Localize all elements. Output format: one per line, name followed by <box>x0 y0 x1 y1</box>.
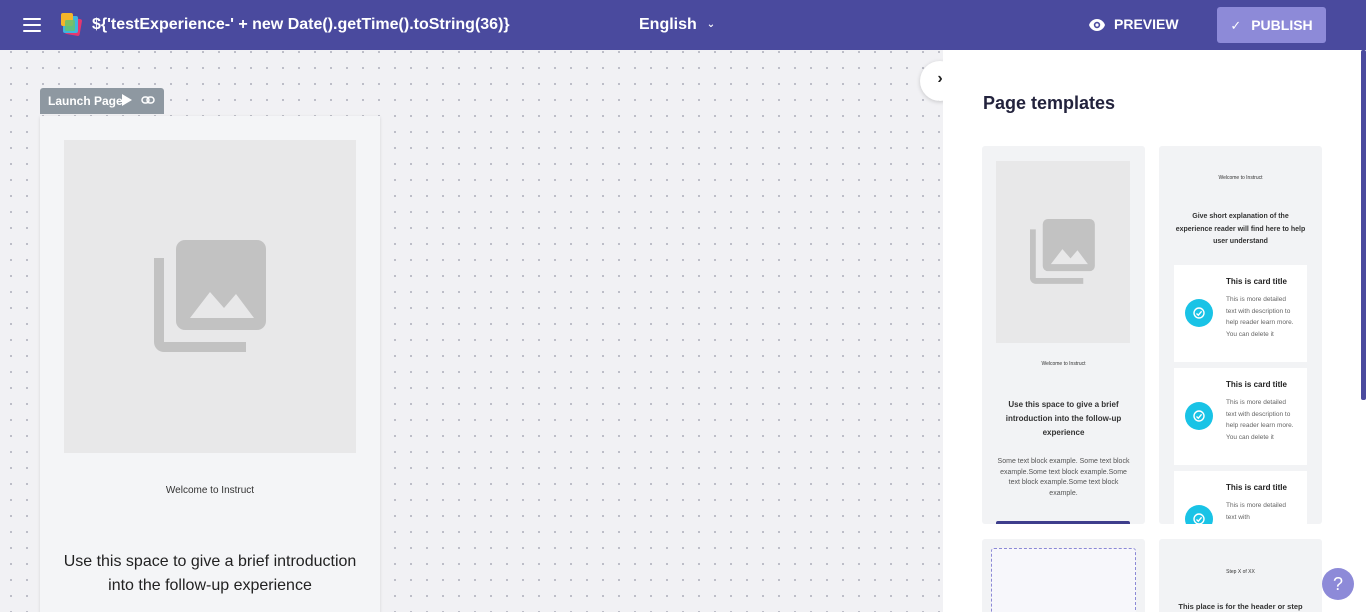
language-label: English <box>639 16 697 33</box>
template-inner-card: This is card title This is more detailed… <box>1174 368 1307 465</box>
template-welcome-text: Welcome to Instruct <box>1218 175 1263 181</box>
preview-label: PREVIEW <box>1114 16 1179 32</box>
scrollbar[interactable] <box>1361 50 1366 400</box>
editor-canvas[interactable]: Launch Page Welcome to Instruct Use this… <box>0 50 942 612</box>
image-gallery-icon <box>1030 219 1095 284</box>
template-body-text: Some text block example. Some text block… <box>997 458 1130 497</box>
template-heading: This place is for the header or step <box>1178 602 1303 611</box>
eye-icon <box>1089 19 1105 31</box>
welcome-text[interactable]: Welcome to Instruct <box>40 485 380 496</box>
template-inner-card: This is card title This is more detailed… <box>1174 265 1307 362</box>
template-intro-text: Use this space to give a brief introduct… <box>1005 400 1122 437</box>
template-card[interactable]: Step X of XX This place is for the heade… <box>1159 539 1322 612</box>
badge-icon <box>1185 299 1213 327</box>
intro-text[interactable]: Use this space to give a brief introduct… <box>60 550 360 598</box>
badge-icon <box>1185 402 1213 430</box>
help-button[interactable]: ? <box>1322 568 1354 600</box>
template-inner-card: This is card title This is more detailed… <box>1174 471 1307 524</box>
blank-template-dropzone <box>991 548 1136 612</box>
template-description: Give short explanation of the experience… <box>1175 213 1306 245</box>
card-title: This is card title <box>1226 483 1287 492</box>
app-logo <box>60 12 84 38</box>
page-tab[interactable]: Launch Page <box>40 88 164 114</box>
image-placeholder[interactable] <box>64 140 356 453</box>
template-card[interactable] <box>982 539 1145 612</box>
template-step-text: Step X of XX <box>1226 569 1255 575</box>
card-text: This is more detailed text with <box>1226 502 1286 521</box>
template-card[interactable]: Welcome to Instruct Use this space to gi… <box>982 146 1145 524</box>
image-placeholder <box>996 161 1130 343</box>
launch-page-card[interactable]: Welcome to Instruct Use this space to gi… <box>40 116 380 612</box>
card-title: This is card title <box>1226 277 1287 286</box>
link-icon[interactable] <box>141 94 155 109</box>
preview-button[interactable]: PREVIEW <box>1088 16 1179 32</box>
card-title: This is card title <box>1226 380 1287 389</box>
badge-icon <box>1185 505 1213 524</box>
check-icon: ✓ <box>1230 18 1242 33</box>
image-gallery-icon <box>154 240 266 352</box>
experience-title[interactable]: ${'testExperience-' + new Date().getTime… <box>92 16 510 34</box>
publish-label: PUBLISH <box>1251 17 1313 33</box>
top-bar: ${'testExperience-' + new Date().getTime… <box>0 0 1366 50</box>
play-icon[interactable] <box>122 94 132 109</box>
templates-panel: Page templates Welcome to Instruct Use t… <box>943 50 1366 612</box>
panel-title: Page templates <box>983 93 1116 113</box>
template-card[interactable]: Welcome to Instruct Give short explanati… <box>1159 146 1322 524</box>
chevron-down-icon: ⌄ <box>706 19 716 30</box>
language-selector[interactable]: English ⌄ <box>639 16 715 34</box>
page-tab-label: Launch Page <box>48 94 123 108</box>
hamburger-menu-icon[interactable] <box>20 15 44 35</box>
card-text: This is more detailed text with descript… <box>1226 296 1294 338</box>
template-button-preview <box>996 521 1130 524</box>
template-welcome-text: Welcome to Instruct <box>1041 361 1086 367</box>
publish-button[interactable]: ✓ PUBLISH <box>1217 7 1326 43</box>
card-text: This is more detailed text with descript… <box>1226 399 1294 441</box>
